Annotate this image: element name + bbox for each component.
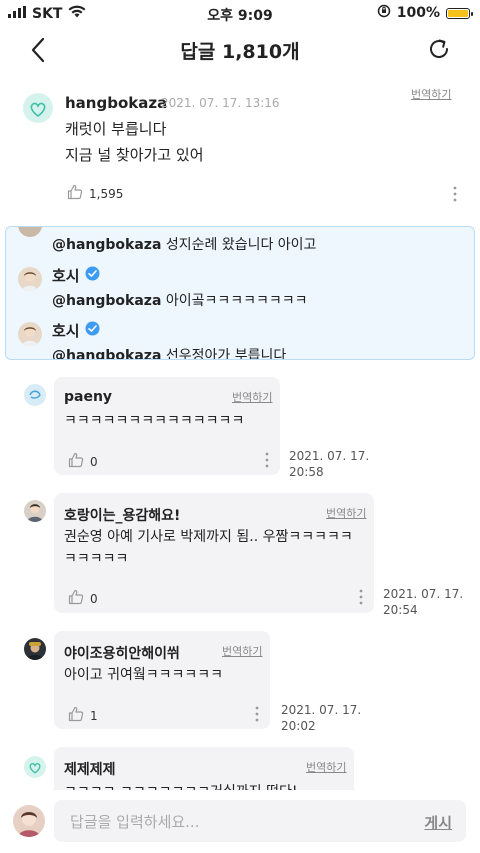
reply-text: 성지순례 왔습니다 아이고 xyxy=(161,237,317,253)
like-button[interactable]: 0 xyxy=(68,452,98,471)
reply-text: ㅋㅋㅋㅋㅋ xyxy=(64,551,129,567)
reply-author[interactable]: 호시 xyxy=(52,320,100,341)
my-avatar xyxy=(13,805,45,837)
avatar xyxy=(24,500,46,522)
mention-reply: @hangbokaza 성지순례 왔습니다 아이고 xyxy=(52,234,316,254)
reply-input[interactable] xyxy=(68,800,392,844)
translate-link[interactable]: 번역하기 xyxy=(306,759,346,775)
avatar xyxy=(18,322,42,346)
translate-link[interactable]: 번역하기 xyxy=(411,86,451,102)
reply-bubble: 야이조용히안해이쒸 번역하기 아이고 귀여웤ㅋㅋㅋㅋㅋㅋ 1 xyxy=(54,631,270,729)
header: 답글 1,810개 xyxy=(0,28,480,72)
like-button[interactable]: 1,595 xyxy=(67,184,123,203)
more-options-icon[interactable] xyxy=(358,589,364,605)
orientation-lock-icon xyxy=(377,4,391,22)
reply-bubble: paeny 번역하기 ㅋㅋㅋㅋㅋㅋㅋㅋㅋㅋㅋㅋㅋㅋ 0 xyxy=(54,377,280,475)
verified-badge-icon xyxy=(85,266,100,285)
thumbs-up-icon xyxy=(68,452,84,471)
reply-author[interactable]: 야이조용히안해이쒸 xyxy=(64,643,180,663)
mention-reply: @hangbokaza 선우정아가 부릅니다 xyxy=(52,345,287,360)
like-count: 0 xyxy=(90,454,98,469)
reply-date: 2021. 07. 17. 20:58 xyxy=(289,449,370,479)
avatar xyxy=(18,267,42,291)
more-options-icon[interactable] xyxy=(254,706,260,722)
mention-link[interactable]: @hangbokaza xyxy=(52,348,161,359)
reply-input-container: 게시 xyxy=(54,800,466,844)
reply-author[interactable]: paeny xyxy=(64,389,112,405)
like-count: 1 xyxy=(90,708,98,723)
avatar xyxy=(24,384,46,406)
page-title: 답글 1,810개 xyxy=(180,41,300,63)
reply-text: 선우정아가 부릅니다 xyxy=(161,348,287,360)
translate-link[interactable]: 번역하기 xyxy=(232,389,272,405)
battery-icon xyxy=(446,7,473,19)
comment-line: 지금 널 찾아가고 있어 xyxy=(65,146,204,164)
reply-author[interactable]: 제제제제 xyxy=(64,759,116,779)
like-button[interactable]: 1 xyxy=(68,706,98,725)
mention-reply: @hangbokaza 아이곸ㅋㅋㅋㅋㅋㅋㅋㅋ xyxy=(52,290,308,310)
comment-line: 캐럿이 부릅니다 xyxy=(65,120,167,138)
reply-date: 2021. 07. 17. 20:54 xyxy=(383,587,464,617)
like-count: 0 xyxy=(90,591,98,606)
reply-author[interactable]: 호랑이는_용감해요! xyxy=(64,505,180,525)
avatar xyxy=(24,638,46,660)
status-bar: SKT 오후 9:09 100% xyxy=(0,0,480,26)
verified-badge-icon xyxy=(85,321,100,340)
like-count: 1,595 xyxy=(89,186,124,201)
avatar xyxy=(18,227,42,237)
mention-link[interactable]: @hangbokaza xyxy=(52,293,161,309)
thumbs-up-icon xyxy=(67,184,83,203)
mention-link[interactable]: @hangbokaza xyxy=(52,237,161,253)
reply-text: 아이고 귀여웤ㅋㅋㅋㅋㅋㅋ xyxy=(64,667,224,683)
translate-link[interactable]: 번역하기 xyxy=(222,643,262,659)
refresh-button[interactable] xyxy=(426,36,452,62)
thumbs-up-icon xyxy=(68,706,84,725)
reply-text: 권순영 아예 기사로 박제까지 됨.. 우짬ㅋㅋㅋㅋㅋ xyxy=(64,529,353,545)
thumbs-up-icon xyxy=(68,589,84,608)
like-button[interactable]: 0 xyxy=(68,589,98,608)
reply-input-bar: 게시 xyxy=(0,790,480,853)
reply-author[interactable]: 호시 xyxy=(52,265,100,286)
translate-link[interactable]: 번역하기 xyxy=(326,505,366,521)
comment-date: 2021. 07. 17. 13:16 xyxy=(161,96,280,110)
reply-text: ㅋㅋㅋㅋㅋㅋㅋㅋㅋㅋㅋㅋㅋㅋ xyxy=(64,413,245,429)
avatar xyxy=(24,756,46,778)
highlighted-replies: @hangbokaza 성지순례 왔습니다 아이고 호시 @hangbokaza… xyxy=(5,226,475,360)
reply-text: 아이곸ㅋㅋㅋㅋㅋㅋㅋㅋ xyxy=(161,293,308,309)
more-options-icon[interactable] xyxy=(264,452,270,468)
more-options-icon[interactable] xyxy=(452,186,458,206)
reply-date: 2021. 07. 17. 20:02 xyxy=(281,703,362,733)
comment-author[interactable]: hangbokaza xyxy=(65,94,167,112)
post-button[interactable]: 게시 xyxy=(424,812,452,833)
avatar xyxy=(23,93,53,123)
reply-bubble: 호랑이는_용감해요! 번역하기 권순영 아예 기사로 박제까지 됨.. 우짬ㅋㅋ… xyxy=(54,493,374,613)
battery-percent: 100% xyxy=(396,5,440,21)
